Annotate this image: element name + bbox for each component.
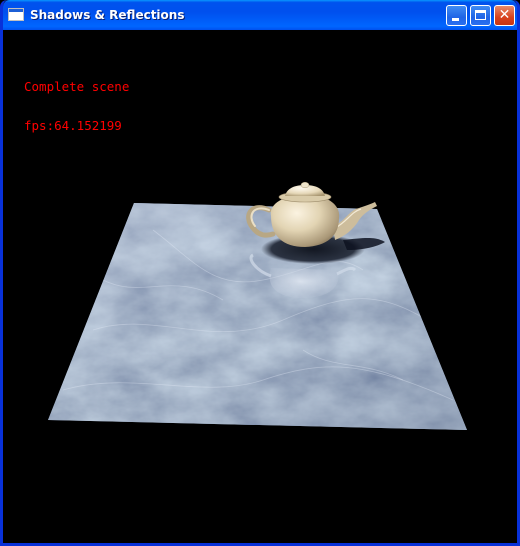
- application-window-icon[interactable]: [8, 8, 24, 21]
- render-viewport[interactable]: Complete scene fps:64.152199: [3, 30, 517, 543]
- close-icon: ✕: [498, 7, 511, 23]
- minimize-icon: [452, 18, 459, 21]
- maximize-button[interactable]: [470, 5, 491, 26]
- hud-overlay: Complete scene fps:64.152199: [24, 54, 129, 158]
- window-title: Shadows & Reflections: [30, 8, 185, 22]
- title-bar[interactable]: Shadows & Reflections ✕: [3, 0, 517, 30]
- app-window: Shadows & Reflections ✕ Complete scene f…: [0, 0, 520, 546]
- scene-mode-label: Complete scene: [24, 79, 130, 94]
- close-button[interactable]: ✕: [494, 5, 515, 26]
- fps-readout: fps:64.152199: [24, 118, 122, 133]
- maximize-icon: [475, 10, 486, 20]
- minimize-button[interactable]: [446, 5, 467, 26]
